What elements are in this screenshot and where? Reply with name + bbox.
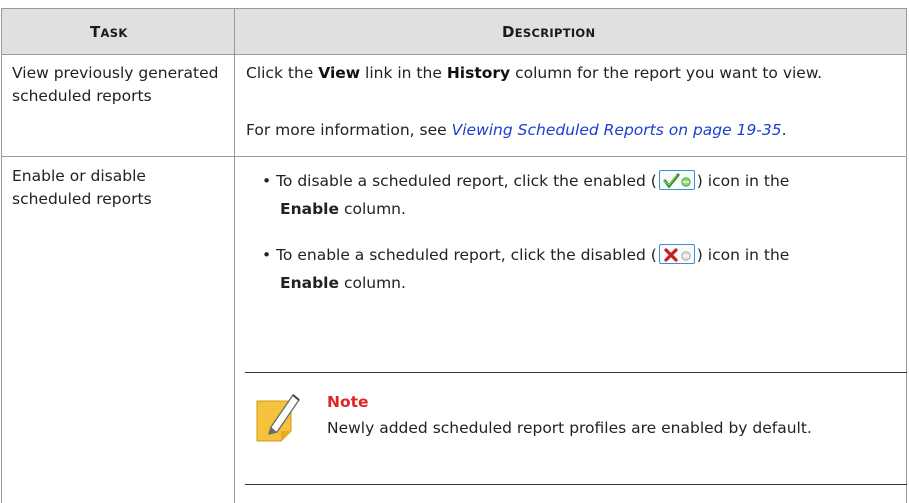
row1-desc-p1: Click the View link in the History colum… (246, 64, 823, 82)
row2-task: Enable or disable scheduled reports (12, 167, 152, 208)
note-body: Newly added scheduled report profiles ar… (327, 419, 812, 437)
note-bottom-rule (245, 484, 907, 485)
header-description: DESCRIPTION (502, 23, 596, 41)
header-task: TASK (90, 23, 128, 41)
row1-task: View previously generated scheduled repo… (12, 64, 219, 105)
header-divider (234, 9, 235, 54)
bullet-disable: • To disable a scheduled report, click t… (262, 167, 892, 223)
task-description-table: TASK DESCRIPTION View previously generat… (1, 8, 907, 503)
disabled-icon (658, 243, 695, 264)
bullet-dot: • (262, 172, 272, 190)
row1-desc-p2: For more information, see Viewing Schedu… (246, 121, 787, 139)
enabled-icon (658, 169, 695, 190)
bullet-dot: • (262, 246, 272, 264)
bullet-enable: • To enable a scheduled report, click th… (262, 241, 892, 297)
table-header: TASK DESCRIPTION (2, 8, 906, 55)
column-divider (234, 55, 235, 503)
note-top-rule (245, 372, 907, 373)
viewing-scheduled-reports-link[interactable]: Viewing Scheduled Reports on page 19-35 (452, 121, 782, 139)
note-title: Note (327, 393, 369, 411)
row-separator (2, 156, 906, 157)
note-pencil-icon (253, 391, 305, 443)
